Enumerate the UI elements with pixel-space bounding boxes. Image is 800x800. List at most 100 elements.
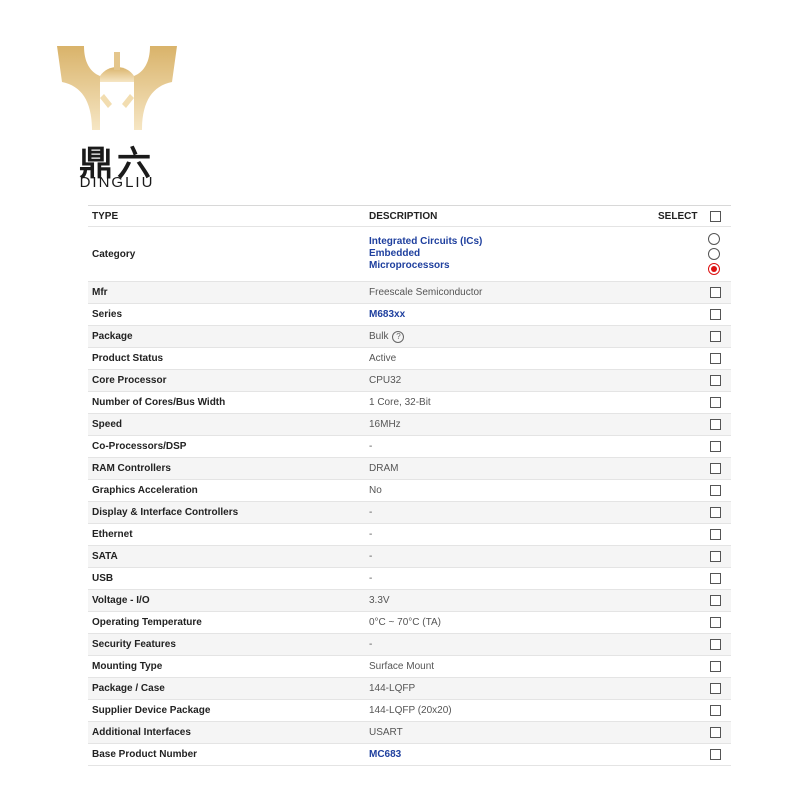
row-select-checkbox[interactable]	[710, 551, 721, 562]
select-cell	[710, 722, 721, 743]
row-select-checkbox[interactable]	[710, 441, 721, 452]
attribute-rows: Mfr Freescale Semiconductor Series M683xx Pa…	[88, 282, 731, 766]
row-select-checkbox[interactable]	[710, 331, 721, 342]
attribute-value-link[interactable]: M683xx	[369, 304, 405, 325]
attribute-value-text[interactable]: M683xx	[369, 309, 405, 320]
select-cell	[710, 326, 721, 347]
select-cell	[710, 502, 721, 523]
row-select-checkbox[interactable]	[710, 529, 721, 540]
table-row: Series M683xx	[88, 304, 731, 326]
table-row: Base Product Number MC683	[88, 744, 731, 766]
row-select-checkbox[interactable]	[710, 287, 721, 298]
attribute-type: Additional Interfaces	[92, 727, 191, 738]
attribute-value-text: USART	[369, 727, 403, 738]
description-column-header: DESCRIPTION	[369, 210, 438, 222]
table-row: Co-Processors/DSP -	[88, 436, 731, 458]
row-select-checkbox[interactable]	[710, 485, 721, 496]
attribute-type: Core Processor	[92, 375, 167, 386]
select-cell	[710, 436, 721, 457]
select-cell	[710, 568, 721, 589]
row-select-checkbox[interactable]	[710, 617, 721, 628]
attribute-value: Freescale Semiconductor	[369, 282, 482, 303]
row-select-checkbox[interactable]	[710, 507, 721, 518]
attribute-type: Mfr	[92, 287, 108, 298]
row-select-checkbox[interactable]	[710, 639, 721, 650]
attribute-type: Package	[92, 331, 133, 342]
table-row: Graphics Acceleration No	[88, 480, 731, 502]
row-select-checkbox[interactable]	[710, 749, 721, 760]
attribute-value: DRAM	[369, 458, 398, 479]
attribute-type: RAM Controllers	[92, 463, 171, 474]
attribute-value: CPU32	[369, 370, 401, 391]
attribute-type: Base Product Number	[92, 749, 198, 760]
row-select-checkbox[interactable]	[710, 353, 721, 364]
table-row: Voltage - I/O 3.3V	[88, 590, 731, 612]
category-values: Integrated Circuits (ICs) Embedded Micropr…	[369, 236, 482, 271]
attribute-value-text: Freescale Semiconductor	[369, 287, 483, 298]
attribute-value-text: CPU32	[369, 375, 402, 386]
row-select-checkbox[interactable]	[710, 573, 721, 584]
category-radio[interactable]	[708, 263, 720, 275]
table-row: USB -	[88, 568, 731, 590]
logo-emblem-icon	[57, 46, 177, 130]
select-cell	[710, 392, 721, 413]
attribute-value-text: 16MHz	[369, 419, 401, 430]
attribute-value-text: Bulk	[369, 331, 389, 342]
row-select-checkbox[interactable]	[710, 309, 721, 320]
category-radio[interactable]	[708, 248, 720, 260]
attribute-type: Co-Processors/DSP	[92, 441, 187, 452]
category-value-link[interactable]: Integrated Circuits (ICs)	[369, 236, 482, 247]
table-row: Security Features -	[88, 634, 731, 656]
category-radio-group	[708, 233, 720, 275]
category-radio[interactable]	[708, 233, 720, 245]
attribute-value-text: 3.3V	[369, 595, 390, 606]
category-value-link[interactable]: Microprocessors	[369, 260, 482, 271]
select-cell	[710, 612, 721, 633]
attribute-value: -	[369, 436, 372, 457]
row-select-checkbox[interactable]	[710, 705, 721, 716]
select-cell	[710, 546, 721, 567]
table-row: Package Bulk?	[88, 326, 731, 348]
table-row: Mounting Type Surface Mount	[88, 656, 731, 678]
row-select-checkbox[interactable]	[710, 375, 721, 386]
row-select-checkbox[interactable]	[710, 397, 721, 408]
select-cell	[710, 634, 721, 655]
attribute-value: Surface Mount	[369, 656, 434, 677]
row-select-checkbox[interactable]	[710, 727, 721, 738]
select-cell	[710, 282, 721, 303]
select-all-checkbox[interactable]	[710, 210, 721, 222]
select-cell	[710, 348, 721, 369]
attribute-value-text[interactable]: MC683	[369, 749, 401, 760]
select-cell	[710, 524, 721, 545]
table-row: Number of Cores/Bus Width 1 Core, 32-Bit	[88, 392, 731, 414]
category-value-link[interactable]: Embedded	[369, 248, 482, 259]
select-cell	[710, 458, 721, 479]
row-select-checkbox[interactable]	[710, 661, 721, 672]
attribute-value-text: -	[369, 529, 373, 540]
select-cell	[710, 370, 721, 391]
select-column-header: SELECT	[658, 210, 698, 222]
table-row: SATA -	[88, 546, 731, 568]
attribute-value-text: -	[369, 551, 373, 562]
attribute-type: Supplier Device Package	[92, 705, 211, 716]
attribute-value: 144-LQFP	[369, 678, 415, 699]
select-cell	[710, 700, 721, 721]
table-row: Additional Interfaces USART	[88, 722, 731, 744]
attribute-value: -	[369, 568, 372, 589]
table-row: Core Processor CPU32	[88, 370, 731, 392]
table-row: Package / Case 144-LQFP	[88, 678, 731, 700]
select-all-checkbox-cell	[710, 206, 721, 226]
row-select-checkbox[interactable]	[710, 463, 721, 474]
row-select-checkbox[interactable]	[710, 419, 721, 430]
attribute-value: 144-LQFP (20x20)	[369, 700, 452, 721]
table-row: Mfr Freescale Semiconductor	[88, 282, 731, 304]
attribute-type: Ethernet	[92, 529, 133, 540]
help-icon[interactable]: ?	[392, 330, 405, 343]
attribute-type: SATA	[92, 551, 118, 562]
row-select-checkbox[interactable]	[710, 683, 721, 694]
attribute-type: Security Features	[92, 639, 176, 650]
attribute-value-link[interactable]: MC683	[369, 744, 401, 765]
attribute-type: Speed	[92, 419, 123, 430]
table-row: RAM Controllers DRAM	[88, 458, 731, 480]
row-select-checkbox[interactable]	[710, 595, 721, 606]
